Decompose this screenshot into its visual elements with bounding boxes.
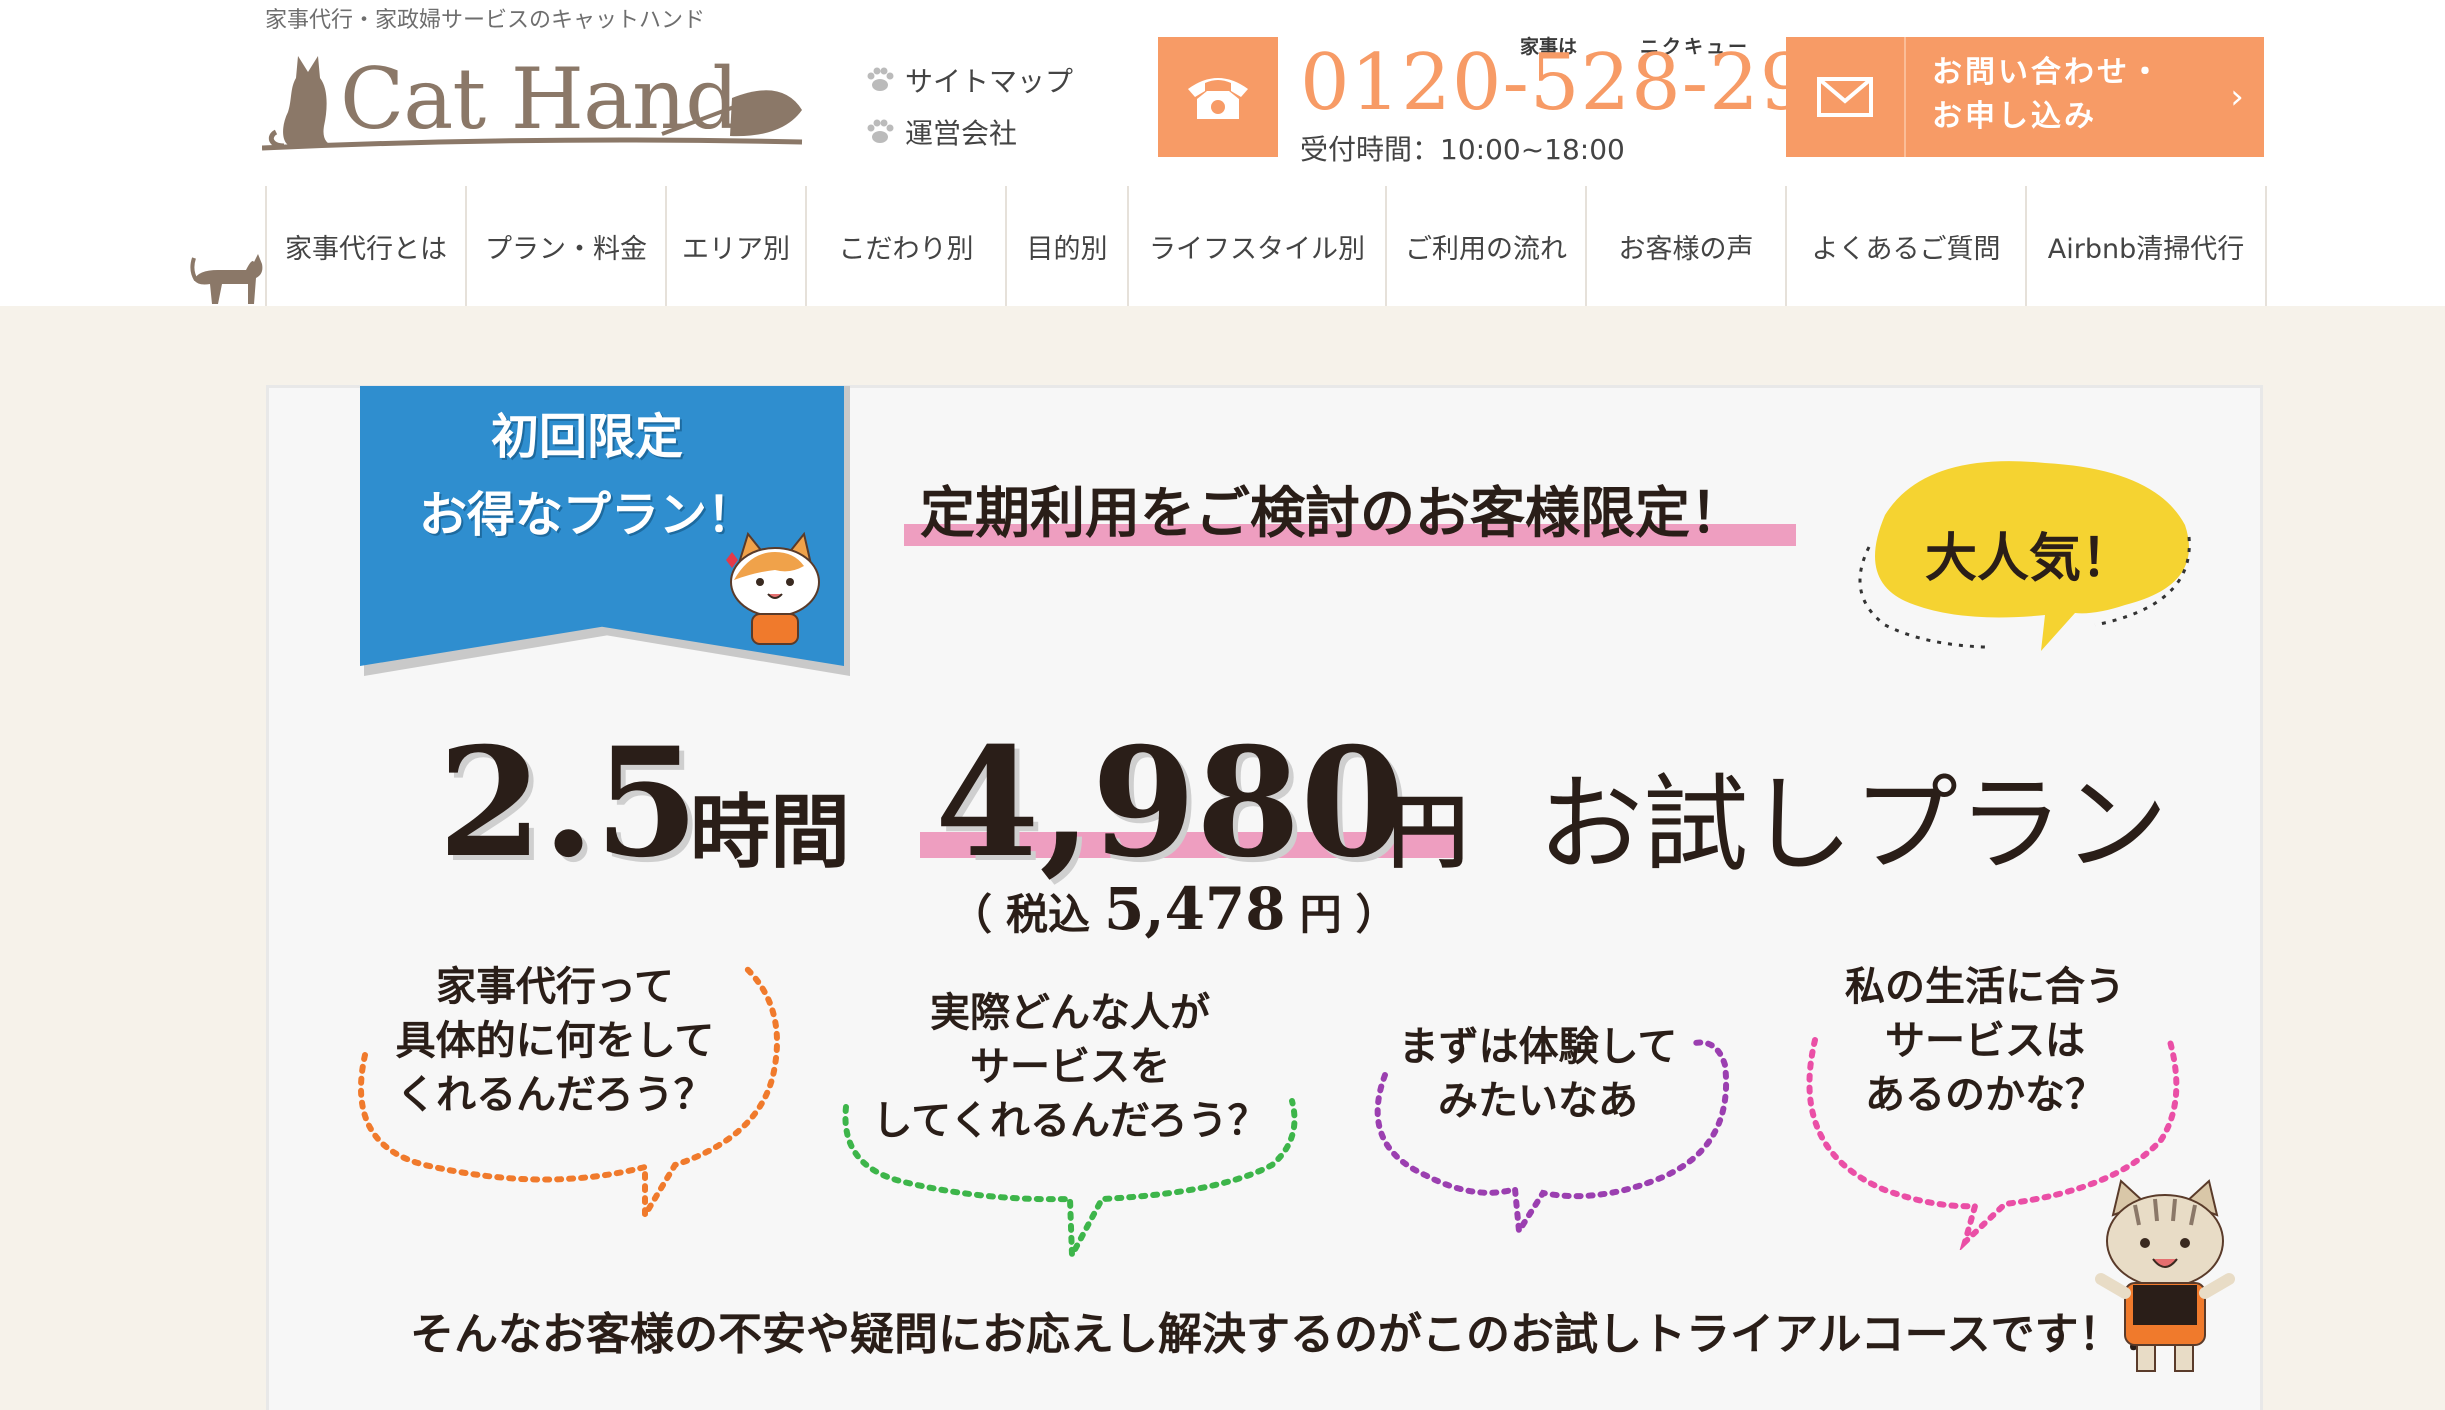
plan-price-unit: 円 (1388, 786, 1468, 879)
banner-headline: 定期利用をご検討のお客様限定！ (920, 481, 1746, 545)
question-bubble-2: 実際どんな人が サービスを してくれるんだろう？ (872, 990, 1268, 1144)
paw-icon (867, 119, 894, 143)
phone-icon-box[interactable] (1158, 37, 1278, 157)
nav-label: ご利用の流れ (1405, 233, 1567, 265)
logo-wordmark: Cat Hand (340, 50, 739, 148)
tax-included-price: （ 税込 5,478 円 ） (950, 875, 1398, 943)
walking-cat-icon (190, 254, 263, 304)
nav-label: こだわり別 (838, 233, 974, 265)
site-tagline: 家事代行・家政婦サービスのキャットハンド (265, 8, 706, 33)
contact-button[interactable]: お問い合わせ・ お申し込み › (1786, 37, 2264, 157)
tax-amount: 5,478 (1104, 875, 1286, 943)
nav-label: よくあるご質問 (1811, 233, 2001, 265)
sitemap-label: サイトマップ (905, 65, 1074, 98)
nav-item-flow[interactable]: ご利用の流れ (1385, 186, 1585, 306)
tax-close-paren: ） (1355, 890, 1398, 939)
cat-mascot-icon (726, 531, 820, 645)
plan-hours-value: 2.5 (438, 715, 699, 891)
phone-number[interactable]: 0120-528-299 (1300, 44, 1861, 122)
cat-hand-logo[interactable]: Cat Hand (262, 48, 807, 163)
sitemap-link[interactable]: サイトマップ (865, 60, 1073, 100)
nav-item-area[interactable]: エリア別 (665, 186, 805, 306)
nav-label: 目的別 (1026, 233, 1108, 265)
company-label: 運営会社 (905, 117, 1018, 150)
contact-label: お問い合わせ・ お申し込み (1932, 55, 2163, 134)
phone-icon (1188, 78, 1248, 119)
nav-item-airbnb[interactable]: Airbnb清掃代行 (2025, 186, 2267, 306)
nav-label: Airbnb清掃代行 (2047, 233, 2245, 265)
trial-course-description: そんなお客様の不安や疑問にお応えし解決するのがこのお試しトライアルコースです！！ (410, 1309, 2167, 1360)
nav-label: プラン・料金 (485, 233, 647, 265)
nav-item-about[interactable]: 家事代行とは (265, 186, 465, 306)
mail-icon (1817, 77, 1873, 117)
nav-item-lifestyle[interactable]: ライフスタイル別 (1127, 186, 1385, 306)
tax-open-paren: （ (950, 890, 993, 939)
tax-unit: 円 (1299, 890, 1342, 939)
nav-label: エリア別 (682, 233, 790, 265)
question-bubble-4: 私の生活に合う サービスは あるのかな？ (1845, 964, 2125, 1118)
nav-item-reviews[interactable]: お客様の声 (1585, 186, 1785, 306)
company-link[interactable]: 運営会社 (865, 112, 1017, 152)
nav-item-purpose[interactable]: 目的別 (1005, 186, 1127, 306)
nav-item-preference[interactable]: こだわり別 (805, 186, 1005, 306)
nav-label: お客様の声 (1618, 233, 1754, 265)
nav-item-faq[interactable]: よくあるご質問 (1785, 186, 2025, 306)
plan-price-value: 4,980 (935, 715, 1405, 891)
main-nav: 家事代行とは プラン・料金 エリア別 こだわり別 目的別 ライフスタイル別 ご利… (265, 186, 2267, 306)
question-bubble-1: 家事代行って 具体的に何をして くれるんだろう？ (395, 964, 715, 1118)
business-hours: 受付時間：10:00~18:00 (1300, 133, 1625, 166)
tax-label: 税込 (1006, 890, 1091, 939)
nav-label: 家事代行とは (285, 233, 447, 265)
plan-name: お試しプラン (1538, 764, 2169, 886)
mail-icon-box (1786, 37, 1906, 157)
chevron-right-icon: › (2230, 77, 2244, 117)
nav-item-plans[interactable]: プラン・料金 (465, 186, 665, 306)
paw-icon (867, 67, 894, 91)
cat-staff-mascot-icon (2095, 1179, 2235, 1372)
popular-label: 大人気！ (1925, 529, 2134, 589)
plan-hours-unit: 時間 (690, 786, 850, 879)
nav-label: ライフスタイル別 (1149, 233, 1365, 265)
question-bubble-3: まずは体験して みたいなあ (1398, 1024, 1678, 1124)
